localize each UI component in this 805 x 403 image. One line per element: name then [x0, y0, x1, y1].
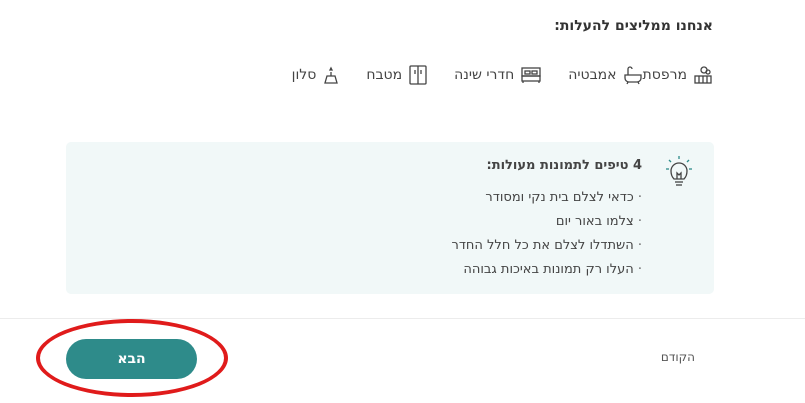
room-label: מרפסת	[642, 67, 687, 83]
room-label: אמבטיה	[568, 67, 617, 83]
room-label: מטבח	[366, 67, 403, 83]
tip-item: צלמו באור יום	[451, 210, 642, 234]
room-label: חדרי שינה	[454, 67, 515, 83]
room-list: מרפסת אמבטיה חדרי שינה מטבח סלון	[266, 64, 713, 86]
tips-title: 4 טיפים לתמונות מעולות:	[486, 158, 643, 173]
tip-item: העלו רק תמונות באיכות גבוהה	[451, 258, 642, 282]
tips-list: כדאי לצלם בית נקי ומסודר צלמו באור יום ה…	[451, 186, 642, 282]
room-item-kitchen: מטבח	[366, 64, 428, 86]
tip-item: השתדלו לצלם את כל חלל החדר	[451, 234, 642, 258]
fridge-icon	[409, 65, 427, 85]
lamp-icon	[324, 66, 339, 84]
room-item-bath: אמבטיה	[568, 65, 642, 85]
recommend-title: אנחנו ממליצים להעלות:	[554, 18, 713, 34]
previous-button[interactable]: הקודם	[661, 350, 695, 364]
bed-icon	[521, 67, 541, 83]
balcony-icon	[694, 66, 712, 84]
tips-panel: 4 טיפים לתמונות מעולות: כדאי לצלם בית נק…	[66, 142, 714, 294]
highlight-annotation	[36, 319, 228, 397]
room-item-bedroom: חדרי שינה	[454, 65, 542, 85]
bathtub-icon	[623, 66, 642, 85]
tip-item: כדאי לצלם בית נקי ומסודר	[451, 186, 642, 210]
lightbulb-icon	[666, 156, 692, 186]
room-label: סלון	[291, 67, 317, 83]
room-item-balcony: מרפסת	[643, 65, 713, 85]
room-item-living: סלון	[292, 65, 341, 85]
